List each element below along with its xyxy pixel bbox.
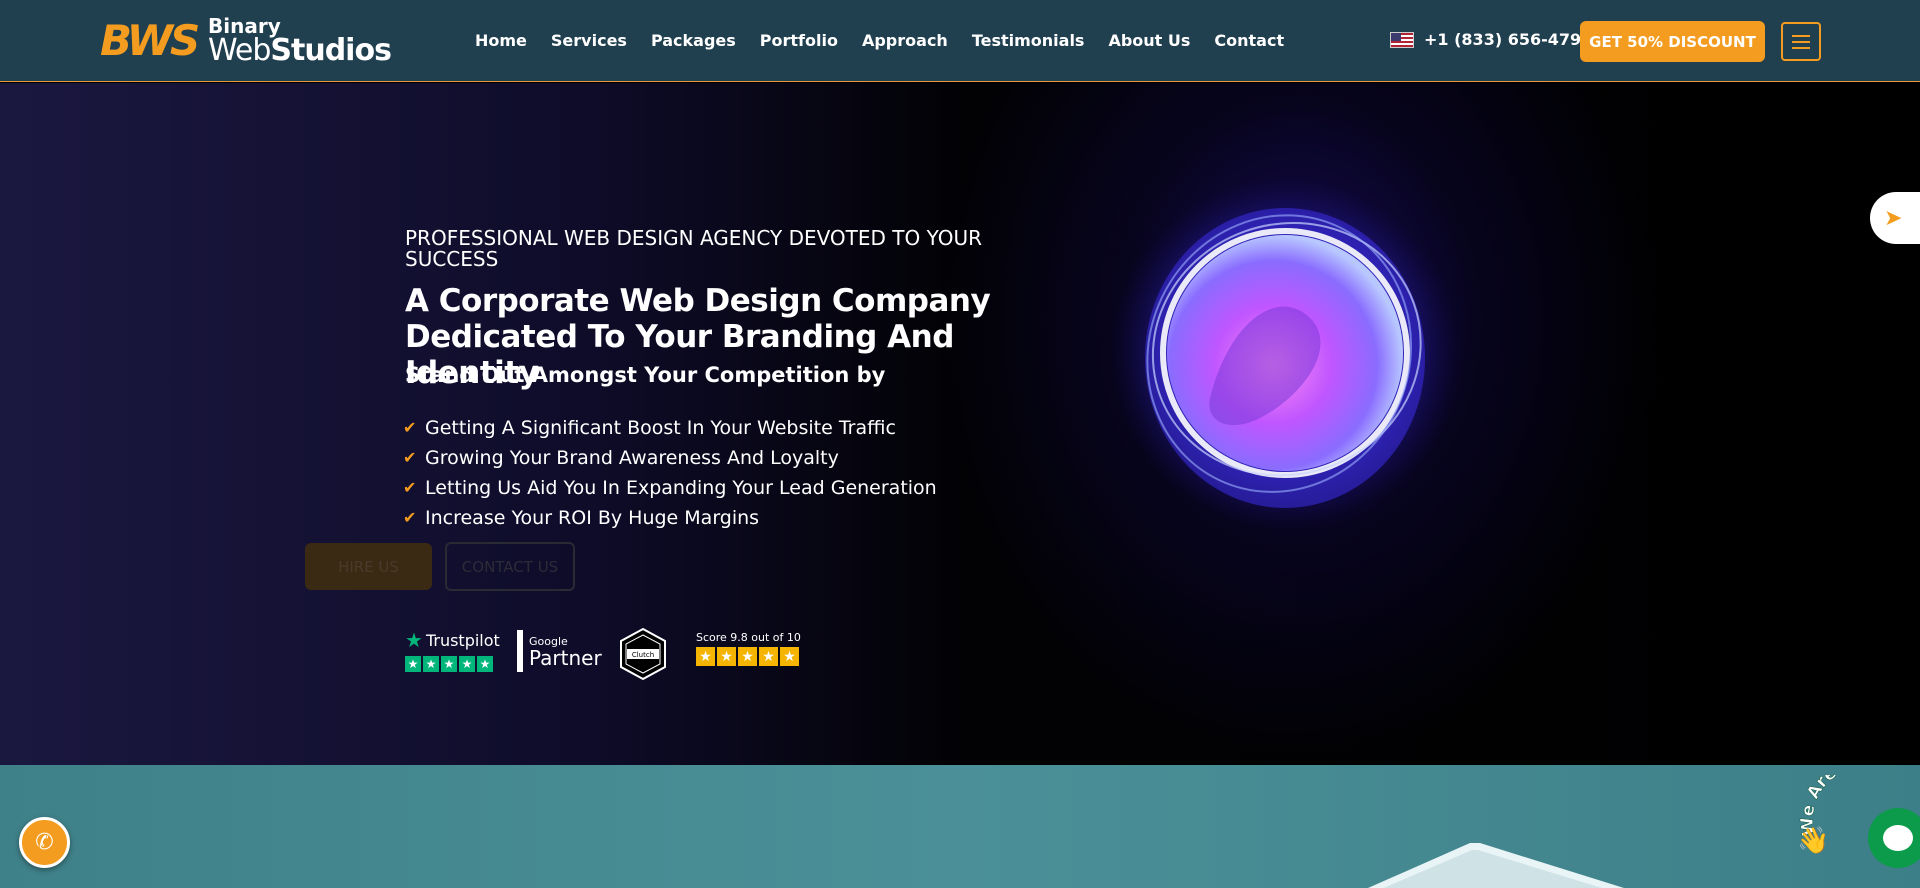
trustpilot-badge[interactable]: ★ Trustpilot ★ ★ ★ ★ ★ (405, 628, 500, 672)
nav-packages[interactable]: Packages (651, 30, 736, 52)
paper-plane-icon: ➤ (1884, 205, 1903, 231)
list-item: ✔ Letting Us Aid You In Expanding Your Le… (403, 473, 937, 503)
logo-mark: BWS (100, 16, 200, 65)
phone-link[interactable]: +1 (833) 656-4797 (1390, 30, 1592, 49)
logo-text-web: Web (208, 33, 271, 68)
score-rating-stars: ★ ★ ★ ★ ★ (696, 647, 801, 666)
benefit-text: Increase Your ROI By Huge Margins (425, 507, 760, 529)
check-icon: ✔ (403, 478, 417, 497)
hamburger-menu-icon[interactable] (1781, 22, 1821, 61)
check-icon: ✔ (403, 418, 417, 437)
partner-label: Partner (529, 645, 602, 670)
device-mockup-graphic (1368, 843, 1624, 888)
benefit-text: Getting A Significant Boost In Your Webs… (425, 417, 896, 439)
nav-services[interactable]: Services (551, 30, 627, 52)
nav-approach[interactable]: Approach (862, 30, 948, 52)
nav-about-us[interactable]: About Us (1108, 30, 1190, 52)
trust-badges: ★ Trustpilot ★ ★ ★ ★ ★ Google Partner Clutch … (405, 627, 825, 681)
site-logo[interactable]: BWS Binary WebStudios (100, 15, 400, 68)
trustpilot-rating-stars: ★ ★ ★ ★ ★ (405, 656, 500, 672)
waving-hand-icon: 👋 (1797, 826, 1830, 856)
benefit-text: Letting Us Aid You In Expanding Your Lea… (425, 477, 937, 499)
list-item: ✔ Growing Your Brand Awareness And Loyalt… (403, 443, 937, 473)
hero-section: PROFESSIONAL WEB DESIGN AGENCY DEVOTED T… (0, 83, 1920, 765)
clutch-label: Clutch (632, 651, 654, 659)
hero-tagline: Stand Out Amongst Your Competition by (405, 363, 886, 387)
side-contact-tab[interactable]: ➤ (1870, 192, 1920, 244)
site-header: BWS Binary WebStudios Home Services Pack… (0, 0, 1920, 82)
nav-portfolio[interactable]: Portfolio (760, 30, 838, 52)
benefit-text: Growing Your Brand Awareness And Loyalty (425, 447, 839, 469)
clutch-badge-icon[interactable]: Clutch (618, 627, 668, 681)
check-icon: ✔ (403, 448, 417, 467)
logo-text-webstudios: WebStudios (208, 33, 392, 68)
logo-text-studios: Studios (270, 33, 392, 68)
nav-contact[interactable]: Contact (1214, 30, 1284, 52)
nav-testimonials[interactable]: Testimonials (972, 30, 1085, 52)
phone-number: +1 (833) 656-4797 (1424, 30, 1593, 49)
chat-bubble-icon[interactable] (1868, 808, 1920, 868)
us-flag-icon (1390, 31, 1414, 48)
score-badge[interactable]: Score 9.8 out of 10 ★ ★ ★ ★ ★ (696, 631, 801, 666)
main-nav: Home Services Packages Portfolio Approac… (475, 30, 1308, 52)
trustpilot-star-icon: ★ (405, 628, 423, 652)
nav-home[interactable]: Home (475, 30, 527, 52)
list-item: ✔ Getting A Significant Boost In Your Web… (403, 413, 937, 443)
hire-us-button[interactable]: HIRE US (305, 543, 432, 590)
phone-icon: ✆ (35, 830, 54, 855)
benefits-list: ✔ Getting A Significant Boost In Your Web… (403, 413, 937, 533)
list-item: ✔ Increase Your ROI By Huge Margins (403, 503, 937, 533)
check-icon: ✔ (403, 508, 417, 527)
score-label: Score 9.8 out of 10 (696, 631, 801, 644)
glowing-orb-graphic (1110, 178, 1460, 528)
get-discount-button[interactable]: GET 50% DISCOUNT (1580, 21, 1765, 62)
trustpilot-label: Trustpilot (425, 630, 500, 650)
hero-subhead: PROFESSIONAL WEB DESIGN AGENCY DEVOTED T… (405, 226, 983, 271)
google-partner-badge[interactable]: Google Partner (517, 630, 602, 672)
call-button[interactable]: ✆ (19, 817, 70, 868)
google-partner-bar (517, 630, 523, 672)
contact-us-button[interactable]: CONTACT US (445, 542, 575, 591)
